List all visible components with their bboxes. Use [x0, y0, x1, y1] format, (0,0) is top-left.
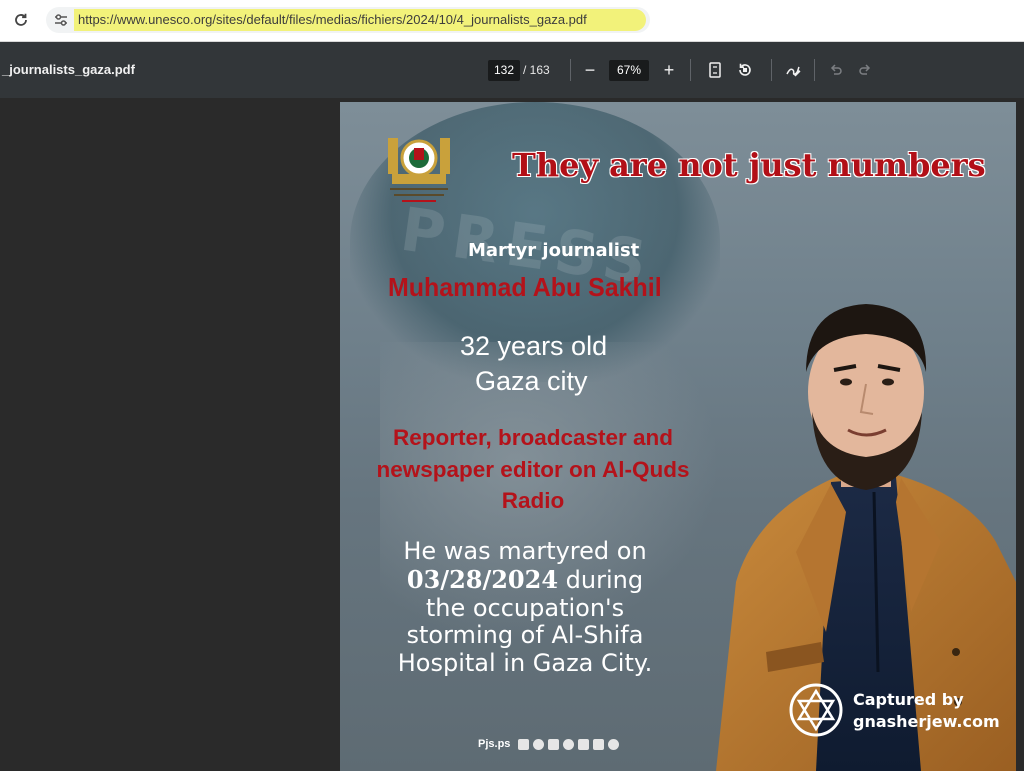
- watermark-line: gnasherjew.com: [853, 712, 1000, 731]
- journalist-city: Gaza city: [475, 366, 588, 396]
- syndicate-logo-icon: [388, 138, 450, 202]
- zoom-in-button[interactable]: +: [657, 58, 681, 82]
- pdf-toolbar: _journalists_gaza.pdf 132 / 163 − 67% +: [0, 42, 1024, 98]
- watermark-line: Captured by: [853, 690, 964, 709]
- zoom-level-input[interactable]: 67%: [609, 60, 649, 81]
- journalist-age: 32 years old: [460, 331, 608, 361]
- document-title: _journalists_gaza.pdf: [2, 62, 135, 77]
- plus-icon: +: [663, 59, 675, 80]
- toolbar-divider: [570, 59, 571, 81]
- fit-page-button[interactable]: [703, 58, 727, 82]
- redo-button[interactable]: [853, 58, 877, 82]
- whatsapp-icon: [593, 738, 605, 750]
- rotate-button[interactable]: [733, 58, 757, 82]
- minus-icon: −: [584, 59, 596, 80]
- redo-icon: [859, 64, 871, 75]
- death-line: He was martyred on: [403, 537, 647, 565]
- pen-icon: [786, 66, 801, 77]
- reload-icon: [15, 13, 27, 26]
- pdf-page: PRESS They are not just numbers Martyr j…: [340, 102, 1016, 771]
- death-line: Hospital in Gaza City.: [397, 649, 653, 678]
- browser-address-bar: https://www.unesco.org/sites/default/fil…: [0, 0, 1024, 42]
- undo-button[interactable]: [824, 58, 848, 82]
- undo-icon: [830, 64, 842, 75]
- journalist-name: Muhammad Abu Sakhil: [388, 272, 662, 302]
- martyr-label: Martyr journalist: [468, 240, 640, 261]
- reload-button[interactable]: [10, 9, 32, 31]
- watermark: Captured by gnasherjew.com: [788, 682, 1008, 738]
- rotate-icon: [739, 63, 751, 76]
- death-date: 03/28/2024: [406, 564, 559, 594]
- toolbar-divider: [690, 59, 691, 81]
- telegram-icon: [563, 738, 575, 750]
- toolbar-divider: [814, 59, 815, 81]
- draw-button[interactable]: [781, 58, 805, 82]
- death-description: He was martyred on 03/28/2024 during the…: [370, 537, 680, 678]
- instagram-icon: [533, 738, 545, 750]
- tiktok-icon: [548, 738, 560, 750]
- toolbar-divider: [771, 59, 772, 81]
- page-number-input[interactable]: 132: [488, 60, 520, 81]
- death-line: storming of Al-Shifa: [406, 621, 644, 650]
- death-line-suffix: during: [558, 565, 644, 594]
- zoom-out-button[interactable]: −: [578, 58, 602, 82]
- social-handle: Pjs.ps: [478, 738, 511, 750]
- site-settings-icon: [55, 14, 67, 26]
- fit-page-icon: [709, 62, 721, 78]
- site-settings-button[interactable]: [52, 11, 70, 29]
- pdf-viewer[interactable]: PRESS They are not just numbers Martyr j…: [0, 98, 1024, 771]
- youtube-icon: [608, 738, 620, 750]
- journalist-role: Reporter, broadcaster and newspaper edit…: [376, 425, 690, 513]
- page-total: / 163: [523, 63, 550, 77]
- star-of-david-icon: [789, 683, 843, 737]
- death-line: 03/28/2024 during: [370, 564, 680, 595]
- page-headline: They are not just numbers: [512, 146, 986, 184]
- url-text[interactable]: https://www.unesco.org/sites/default/fil…: [78, 12, 587, 27]
- death-line: the occupation's: [425, 593, 625, 622]
- omnibox[interactable]: https://www.unesco.org/sites/default/fil…: [46, 7, 650, 33]
- facebook-icon: [518, 738, 530, 750]
- social-footer: Pjs.ps: [478, 738, 620, 750]
- x-icon: [578, 738, 590, 750]
